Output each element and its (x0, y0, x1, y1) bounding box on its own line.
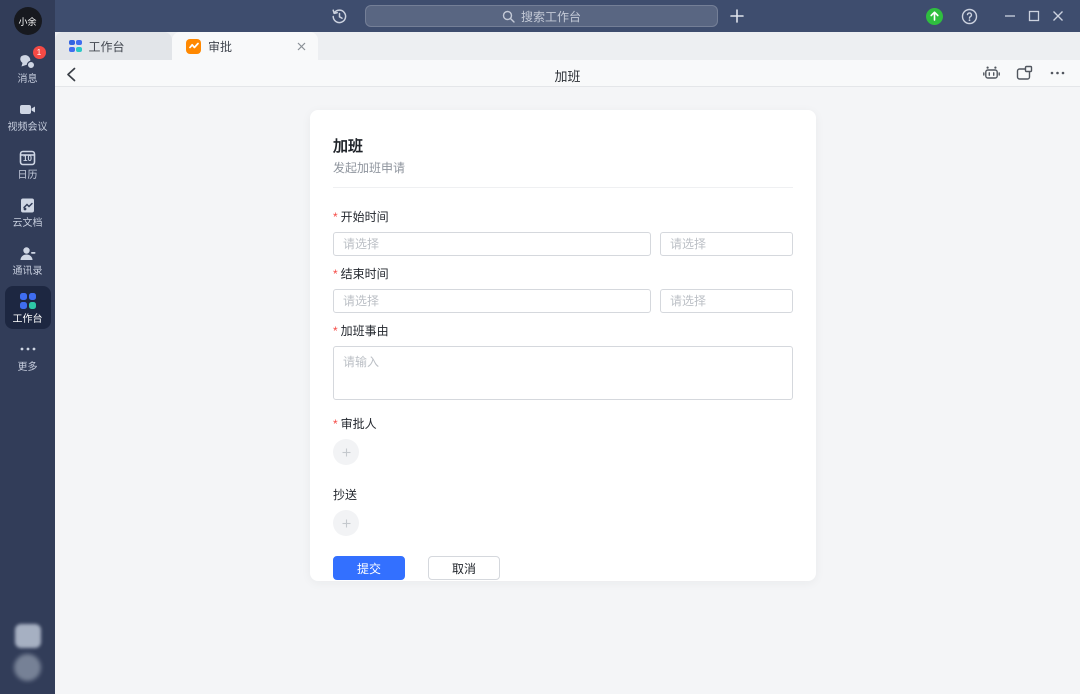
sidebar-item-video-meeting[interactable]: 视频会议 (5, 94, 51, 137)
robot-icon[interactable] (982, 64, 1000, 82)
person-icon (18, 243, 38, 263)
more-icon[interactable] (1048, 64, 1066, 82)
required-marker: * (333, 210, 338, 224)
sidebar-item-more[interactable]: 更多 (5, 334, 51, 377)
calendar-icon: 10 (18, 147, 38, 167)
workspace-grid-icon (69, 40, 82, 53)
field-label-start-time: *开始时间 (333, 211, 793, 224)
sidebar-item-messages[interactable]: 1 消息 (5, 46, 51, 89)
sidebar-item-label: 工作台 (13, 314, 43, 325)
minimize-icon[interactable] (998, 4, 1022, 28)
window-controls (998, 4, 1070, 28)
field-label-approver: *审批人 (333, 418, 793, 431)
tab-approval[interactable]: 审批 (172, 32, 318, 60)
end-date-input[interactable] (333, 289, 651, 313)
end-time-row (333, 289, 793, 313)
unread-badge: 1 (33, 46, 46, 59)
field-label-end-time: *结束时间 (333, 268, 793, 281)
sidebar-item-label: 云文档 (13, 218, 43, 229)
close-icon[interactable] (1046, 4, 1070, 28)
sidebar-item-label: 更多 (18, 362, 38, 373)
form-actions: 提交 取消 (333, 556, 793, 580)
sidebar-item-workspace[interactable]: 工作台 (5, 286, 51, 329)
new-tab-icon[interactable] (725, 4, 749, 28)
plus-icon (342, 519, 351, 528)
sidebar-item-label: 视频会议 (8, 122, 48, 133)
tab-close-icon[interactable] (294, 39, 308, 53)
submit-button[interactable]: 提交 (333, 556, 405, 580)
document-icon (18, 195, 38, 215)
field-label-reason: *加班事由 (333, 325, 793, 338)
search-icon (502, 10, 515, 23)
sidebar-nav: 1 消息 视频会议 10 (5, 46, 51, 377)
cancel-button[interactable]: 取消 (428, 556, 500, 580)
pinned-app-icon[interactable] (15, 624, 41, 648)
tab-label: 工作台 (89, 38, 125, 55)
workspace-grid-icon (18, 291, 38, 311)
sidebar: 小余 1 消息 视频会议 (0, 0, 55, 694)
main-content: 加班 发起加班申请 *开始时间 *结束时间 *加班事由 (55, 88, 1080, 694)
pinned-app-icon[interactable] (14, 654, 41, 681)
approval-app-icon (186, 39, 201, 54)
history-icon[interactable] (330, 7, 348, 25)
sidebar-item-calendar[interactable]: 10 日历 (5, 142, 51, 185)
help-icon[interactable] (960, 7, 978, 25)
required-marker: * (333, 417, 338, 431)
calendar-day-number: 10 (18, 154, 38, 163)
sidebar-pinned-apps (14, 624, 41, 681)
field-label-cc: 抄送 (333, 489, 793, 502)
page-title: 加班 (55, 66, 1080, 85)
plus-icon (342, 448, 351, 457)
sidebar-item-cloud-docs[interactable]: 云文档 (5, 190, 51, 233)
chat-icon: 1 (18, 51, 38, 71)
tab-bar: 工作台 审批 (55, 32, 1080, 60)
form-subtitle: 发起加班申请 (333, 162, 793, 175)
tab-label: 审批 (208, 38, 232, 55)
add-cc-button[interactable] (333, 510, 359, 536)
search-placeholder: 搜索工作台 (521, 8, 581, 25)
maximize-icon[interactable] (1022, 4, 1046, 28)
start-time-row (333, 232, 793, 256)
divider (333, 187, 793, 188)
sidebar-item-label: 通讯录 (13, 266, 43, 277)
sidebar-item-label: 日历 (18, 170, 38, 181)
end-time-input[interactable] (660, 289, 793, 313)
video-camera-icon (18, 99, 38, 119)
app-window: 小余 1 消息 视频会议 (0, 0, 1080, 694)
ellipsis-icon (18, 339, 38, 359)
titlebar: 搜索工作台 (55, 0, 1080, 32)
start-time-input[interactable] (660, 232, 793, 256)
page-header: 加班 (55, 60, 1080, 87)
sidebar-item-contacts[interactable]: 通讯录 (5, 238, 51, 281)
tab-workspace[interactable]: 工作台 (55, 32, 172, 60)
required-marker: * (333, 267, 338, 281)
start-date-input[interactable] (333, 232, 651, 256)
reason-textarea[interactable] (333, 346, 793, 400)
required-marker: * (333, 324, 338, 338)
upgrade-icon[interactable] (926, 8, 943, 25)
popup-window-icon[interactable] (1015, 64, 1033, 82)
add-approver-button[interactable] (333, 439, 359, 465)
page-header-actions (982, 60, 1066, 86)
form-title: 加班 (333, 138, 793, 155)
search-input[interactable]: 搜索工作台 (365, 5, 718, 27)
sidebar-item-label: 消息 (18, 74, 38, 85)
titlebar-controls (926, 0, 1070, 32)
approval-form-card: 加班 发起加班申请 *开始时间 *结束时间 *加班事由 (310, 110, 816, 581)
avatar[interactable]: 小余 (14, 7, 42, 35)
